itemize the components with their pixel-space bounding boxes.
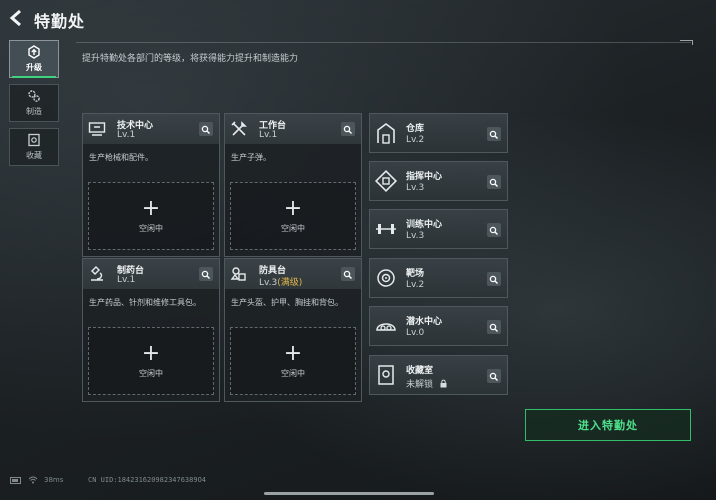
collection-icon [28,133,40,147]
search-icon[interactable] [487,320,501,334]
home-indicator[interactable] [264,492,434,495]
facility-diving-center[interactable]: 潜水中心 Lv.0 [369,306,508,346]
microscope-icon [91,266,103,281]
search-icon[interactable] [487,369,501,383]
facility-level: Lv.2 [406,135,425,145]
facility-level: Lv.3 [406,231,425,241]
add-icon: + [283,340,303,366]
tab-label: 制造 [26,107,42,116]
dept-level: Lv.1 [117,130,136,140]
armor-icon [230,267,246,281]
search-icon[interactable] [341,122,355,136]
command-icon [374,169,398,193]
search-icon[interactable] [487,272,501,286]
warehouse-icon [377,123,395,144]
facility-name: 收藏室 [406,366,434,376]
computer-icon [88,122,106,136]
add-icon: + [283,195,303,221]
upgrade-icon [28,45,40,59]
target-icon [377,269,395,287]
search-icon[interactable] [487,127,501,141]
tab-label: 升级 [26,63,42,72]
tab-craft[interactable]: 制造 [9,84,59,122]
facility-name: 指挥中心 [406,172,443,182]
network-status: 38ms [10,476,63,484]
lock-icon [440,379,447,388]
search-icon[interactable] [487,175,501,189]
facility-level: 未解锁 [406,377,448,390]
enter-special-ops-button[interactable]: 进入特勤处 [525,409,691,441]
dept-level: Lv.3(满级) [259,278,303,288]
facility-command-center[interactable]: 指挥中心 Lv.3 [369,161,508,201]
slot-status: 空闲中 [139,368,163,378]
header-corner-decoration [680,40,693,45]
dept-card-armor-bench[interactable]: 防具台 Lv.3(满级) 生产头盔、护甲、胸挂和背包。 + 空闲中 [224,258,362,402]
tab-label: 收藏 [26,151,42,160]
slot-status: 空闲中 [281,368,305,378]
facility-name: 仓库 [406,124,425,134]
search-icon[interactable] [199,122,213,136]
facility-training-center[interactable]: 训练中心 Lv.3 [369,209,508,249]
facility-collection-room[interactable]: 收藏室 未解锁 [369,355,508,395]
dept-description: 生产头盔、护甲、胸挂和背包。 [231,298,343,307]
search-icon[interactable] [341,267,355,281]
dept-description: 生产药品、针剂和维修工具包。 [89,298,201,307]
production-slot[interactable]: + 空闲中 [88,327,214,395]
facility-warehouse[interactable]: 仓库 Lv.2 [369,113,508,153]
diving-icon [376,323,396,331]
add-icon: + [141,195,161,221]
production-slot[interactable]: + 空闲中 [230,182,356,250]
tab-upgrade[interactable]: 升级 [9,40,59,78]
header-divider [76,42,691,43]
page-subtitle: 提升特勤处各部门的等级，将获得能力提升和制造能力 [82,54,299,64]
facility-shooting-range[interactable]: 靶场 Lv.2 [369,258,508,298]
dept-description: 生产子弹。 [231,153,271,162]
facility-level: Lv.0 [406,328,425,338]
search-icon[interactable] [487,223,501,237]
add-icon: + [141,340,161,366]
slot-status: 空闲中 [281,223,305,233]
slot-status: 空闲中 [139,223,163,233]
facility-name: 潜水中心 [406,317,443,327]
tab-collection[interactable]: 收藏 [9,128,59,166]
user-uid: CN UID:1842316209823476389O4 [88,476,207,484]
search-icon[interactable] [199,267,213,281]
dept-description: 生产枪械和配件。 [89,153,153,162]
dept-card-tech-center[interactable]: 技术中心 Lv.1 生产枪械和配件。 + 空闲中 [82,113,220,257]
facility-level: Lv.2 [406,280,425,290]
production-slot[interactable]: + 空闲中 [230,327,356,395]
dept-level: Lv.1 [117,275,136,285]
back-arrow-icon[interactable] [8,9,26,27]
facility-name: 训练中心 [406,220,443,230]
production-slot[interactable]: + 空闲中 [88,182,214,250]
page-title: 特勤处 [34,12,86,31]
facility-level: Lv.3 [406,183,425,193]
dumbbell-icon [376,224,396,234]
battery-icon [10,476,21,484]
tools-icon [231,121,247,136]
dept-card-pharmacy[interactable]: 制药台 Lv.1 生产药品、针剂和维修工具包。 + 空闲中 [82,258,220,402]
vault-icon [378,365,394,385]
dept-card-workbench[interactable]: 工作台 Lv.1 生产子弹。 + 空闲中 [224,113,362,257]
ping-value: 38ms [44,476,64,484]
gears-icon [28,90,40,102]
wifi-icon [28,476,38,484]
max-level-tag: (满级) [277,278,303,288]
facility-name: 靶场 [406,269,425,279]
dept-level: Lv.1 [259,130,278,140]
